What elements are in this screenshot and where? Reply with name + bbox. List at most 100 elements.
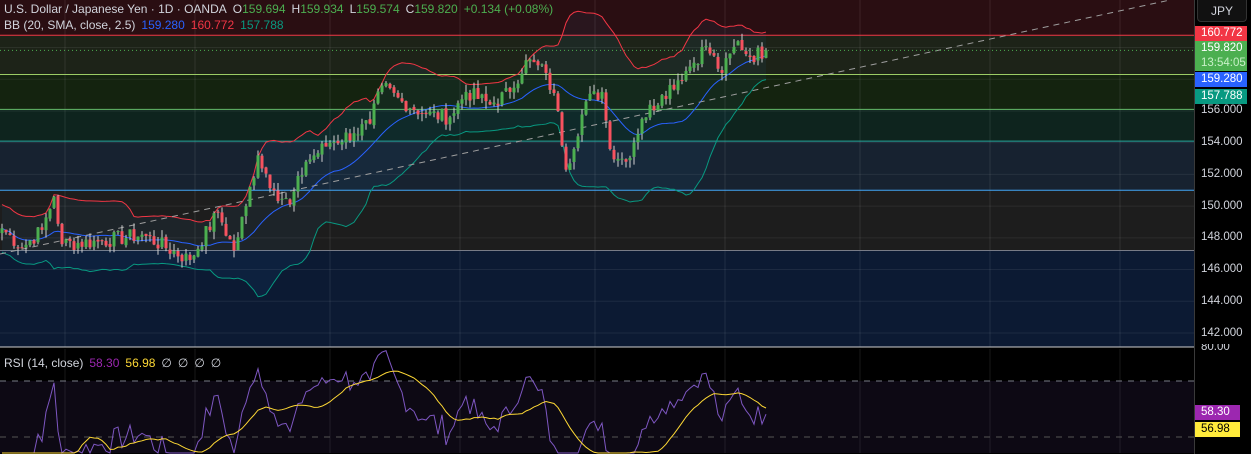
candle-body: [500, 92, 504, 105]
candle-body: [648, 104, 652, 118]
ohlc-high: H159.934: [292, 2, 344, 16]
candle-body: [568, 163, 572, 171]
candle-body: [176, 250, 180, 257]
candle-body: [264, 167, 268, 174]
candle-body: [456, 103, 460, 114]
high-label: H: [291, 2, 301, 16]
rsi-value: 58.30: [89, 356, 120, 370]
candle-body: [84, 239, 88, 248]
rsi-empty-value: ∅: [177, 356, 189, 370]
candle-body: [736, 41, 740, 46]
candle-body: [452, 113, 456, 116]
candle-body: [540, 64, 544, 66]
candle-body: [436, 112, 440, 120]
candle-body: [432, 111, 436, 114]
candle-body: [628, 157, 632, 161]
candle-body: [296, 175, 300, 192]
bb-upper-value: 160.772: [190, 18, 235, 32]
candle-body: [496, 103, 500, 106]
currency-button[interactable]: JPY: [1197, 0, 1247, 22]
candle-body: [460, 99, 464, 104]
candle-body: [524, 60, 528, 74]
candle-body: [96, 239, 100, 242]
price-tick: 146.000: [1201, 263, 1243, 275]
candle-body: [32, 240, 36, 244]
candle-body: [260, 155, 264, 169]
candle-body: [68, 238, 72, 242]
candle-body: [480, 94, 484, 99]
candle-body: [308, 159, 312, 162]
candle-body: [156, 244, 160, 249]
ohlc-open: O159.694: [233, 2, 286, 16]
candle-body: [592, 91, 596, 95]
candle-body: [556, 93, 560, 111]
candle-body: [348, 133, 352, 141]
candle-body: [252, 178, 256, 186]
last-price-tag: 159.820 13:54:05: [1195, 41, 1247, 71]
price-tick: 150.000: [1201, 200, 1243, 212]
candle-body: [240, 216, 244, 239]
rsi-empty-value: ∅: [194, 356, 205, 370]
bb-basis-value: 159.280: [141, 18, 185, 32]
candle-body: [276, 190, 280, 202]
candle-body: [372, 103, 376, 126]
candle-body: [440, 109, 444, 121]
candle-body: [324, 142, 328, 147]
candle-body: [608, 121, 612, 150]
rsi-legend[interactable]: RSI (14, close) 58.30 56.98 ∅ ∅ ∅ ∅: [4, 356, 221, 370]
candle-body: [80, 241, 84, 247]
candle-body: [664, 95, 668, 99]
candle-body: [676, 80, 680, 91]
candle-body: [268, 174, 272, 189]
candle-body: [284, 198, 288, 200]
candle-body: [216, 211, 220, 213]
candle-body: [764, 50, 768, 58]
candle-body: [448, 117, 452, 125]
candle-body: [512, 87, 516, 93]
candle-body: [364, 120, 368, 124]
candle-body: [668, 84, 672, 99]
candle-body: [116, 231, 120, 233]
candle-body: [472, 88, 476, 100]
candle-body: [320, 143, 324, 155]
symbol-title: U.S. Dollar / Japanese Yen · 1D · OANDA: [4, 2, 227, 16]
candle-body: [292, 191, 296, 206]
candle-body: [528, 59, 532, 62]
candle-body: [504, 88, 508, 91]
candle-body: [0, 228, 4, 234]
candle-body: [184, 253, 188, 261]
price-tick: 144.000: [1201, 295, 1243, 307]
rsi-empty-value: ∅: [161, 356, 172, 370]
candle-body: [684, 70, 688, 81]
candle-body: [40, 227, 44, 230]
candle-body: [412, 107, 416, 111]
candle-body: [624, 159, 628, 162]
candle-body: [360, 124, 364, 136]
candle-body: [332, 142, 336, 144]
rsi-band: [0, 381, 1194, 453]
candle-body: [232, 240, 236, 251]
candle-body: [112, 232, 116, 247]
candle-body: [532, 59, 536, 63]
change-value: +0.134 (+0.08%): [463, 2, 554, 16]
low-value: 159.574: [356, 2, 400, 16]
candle-body: [108, 243, 112, 247]
candle-body: [160, 237, 164, 248]
close-value: 159.820: [414, 2, 458, 16]
bb-basis-tag: 159.280: [1195, 72, 1247, 87]
candle-body: [8, 233, 12, 235]
candle-body: [744, 51, 748, 54]
candle-body: [272, 188, 276, 191]
candle-body: [708, 47, 712, 54]
candle-body: [20, 247, 24, 249]
candle-body: [636, 133, 640, 143]
candle-body: [492, 102, 496, 105]
high-value: 159.934: [300, 2, 344, 16]
bb-legend[interactable]: BB (20, SMA, close, 2.5) 159.280 160.772…: [4, 18, 284, 32]
candle-body: [104, 240, 108, 246]
candle-body: [544, 64, 548, 73]
candle-body: [28, 240, 32, 246]
price-chart[interactable]: [0, 0, 1251, 454]
candle-body: [548, 72, 552, 90]
candle-body: [488, 101, 492, 105]
